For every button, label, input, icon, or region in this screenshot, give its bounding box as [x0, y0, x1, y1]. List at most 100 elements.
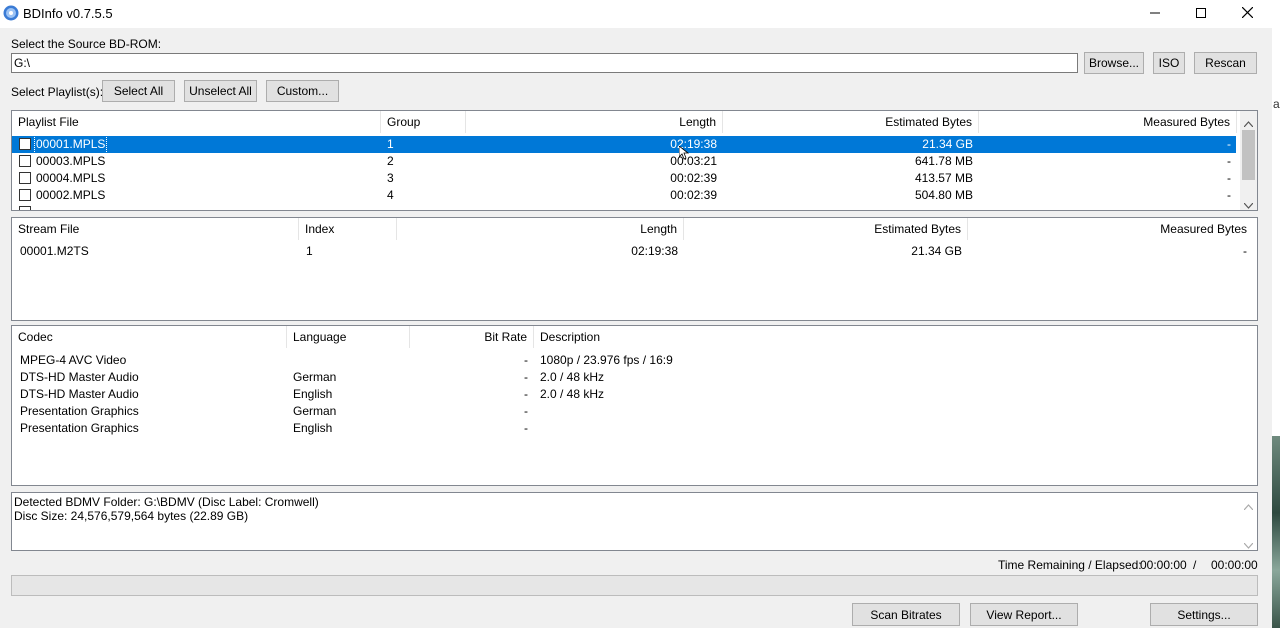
playlist-measured-bytes: - [1227, 171, 1231, 185]
playlist-scrollbar[interactable] [1240, 111, 1257, 210]
stream-file[interactable]: 00001.M2TS [20, 243, 89, 260]
column-header-codec[interactable]: Codec [12, 326, 287, 348]
column-header-length[interactable]: Length [466, 111, 723, 133]
scroll-up-icon[interactable] [1243, 499, 1254, 513]
playlist-group: 2 [387, 154, 394, 168]
codec-language: English [293, 387, 333, 401]
playlist-estimated-bytes: 504.80 MB [914, 188, 973, 202]
minimize-icon [1150, 7, 1160, 21]
column-header-measured-bytes[interactable]: Measured Bytes [968, 218, 1253, 240]
playlist-measured-bytes: - [1227, 137, 1231, 151]
iso-button[interactable]: ISO [1153, 52, 1185, 74]
column-header-stream-file[interactable]: Stream File [12, 218, 299, 240]
playlist-group: 3 [387, 171, 394, 185]
playlist-length: 00:02:39 [670, 188, 717, 202]
time-remaining-label: Time Remaining / Elapsed: [998, 558, 1142, 572]
codec-bitrate: - [524, 353, 528, 367]
log-line: Detected BDMV Folder: G:\BDMV (Disc Labe… [14, 495, 319, 509]
codec-bitrate: - [524, 370, 528, 384]
playlist-estimated-bytes: 641.78 MB [914, 154, 973, 168]
stream-table: Stream File Index Length Estimated Bytes… [11, 217, 1258, 321]
playlist-group: 4 [387, 188, 394, 202]
custom-button[interactable]: Custom... [266, 80, 339, 102]
codec-description: 1080p / 23.976 fps / 16:9 [540, 353, 673, 367]
unselect-all-button[interactable]: Unselect All [184, 80, 257, 102]
scan-bitrates-button[interactable]: Scan Bitrates [852, 603, 960, 626]
stream-measured-bytes: - [1243, 244, 1247, 258]
log-scrollbar[interactable] [1240, 493, 1257, 550]
codec-description: 2.0 / 48 kHz [540, 387, 605, 401]
column-header-length[interactable]: Length [397, 218, 684, 240]
log-line: Disc Size: 24,576,579,564 bytes (22.89 G… [14, 509, 249, 523]
playlist-estimated-bytes: 21.34 GB [922, 137, 973, 151]
codec-table: Codec Language Bit Rate Description MPEG… [11, 325, 1258, 486]
title-bar [0, 0, 1272, 28]
codec-bitrate: - [524, 404, 528, 418]
playlist-file[interactable]: 00002.MPLS [36, 187, 105, 204]
source-path-input[interactable]: G:\ [11, 53, 1078, 73]
codec-name[interactable]: MPEG-4 AVC Video [20, 352, 126, 369]
select-all-button[interactable]: Select All [102, 80, 175, 102]
time-separator: / [1193, 558, 1197, 572]
stream-index: 1 [306, 244, 313, 258]
stream-length: 02:19:38 [631, 244, 678, 258]
playlist-length: 00:02:39 [670, 171, 717, 185]
codec-bitrate: - [524, 421, 528, 435]
close-icon [1241, 6, 1253, 21]
scroll-down-icon[interactable] [1243, 198, 1254, 210]
column-header-bit-rate[interactable]: Bit Rate [410, 326, 534, 348]
select-playlists-label: Select Playlist(s): [11, 85, 104, 99]
codec-name[interactable]: Presentation Graphics [20, 403, 139, 420]
playlist-checkbox[interactable] [19, 138, 31, 150]
time-remaining-value: 00:00:00 [1140, 558, 1187, 572]
playlist-checkbox[interactable] [19, 172, 31, 184]
maximize-button[interactable] [1178, 0, 1224, 28]
playlist-checkbox[interactable] [19, 189, 31, 201]
column-header-description[interactable]: Description [534, 326, 1253, 348]
codec-name[interactable]: Presentation Graphics [20, 420, 139, 437]
background-wallpaper [1272, 436, 1280, 628]
playlist-file[interactable]: 00001.MPLS [33, 135, 108, 154]
stream-estimated-bytes: 21.34 GB [911, 244, 962, 258]
codec-language: German [293, 404, 337, 418]
playlist-estimated-bytes: 413.57 MB [914, 171, 973, 185]
scroll-down-icon[interactable] [1243, 538, 1254, 550]
rescan-button[interactable]: Rescan [1194, 52, 1257, 74]
playlist-checkbox-partial [19, 206, 31, 210]
mouse-cursor-icon [678, 145, 690, 163]
time-elapsed-value: 00:00:00 [1211, 558, 1258, 572]
column-header-index[interactable]: Index [299, 218, 397, 240]
playlist-group: 1 [387, 137, 394, 151]
codec-name[interactable]: DTS-HD Master Audio [20, 369, 139, 386]
codec-description: 2.0 / 48 kHz [540, 370, 605, 384]
bdinfo-disc-icon [3, 5, 19, 21]
window-title: BDInfo v0.7.5.5 [23, 6, 113, 21]
column-header-group[interactable]: Group [381, 111, 466, 133]
browse-button[interactable]: Browse... [1084, 52, 1144, 74]
playlist-measured-bytes: - [1227, 154, 1231, 168]
scroll-up-icon[interactable] [1243, 116, 1254, 130]
playlist-file[interactable]: 00004.MPLS [36, 170, 105, 187]
scroll-thumb[interactable] [1242, 130, 1255, 180]
minimize-button[interactable] [1132, 0, 1178, 28]
column-header-estimated-bytes[interactable]: Estimated Bytes [723, 111, 979, 133]
background-text: a [1273, 97, 1280, 111]
settings-button[interactable]: Settings... [1150, 603, 1258, 626]
source-label: Select the Source BD-ROM: [11, 37, 162, 51]
scan-progress-bar [11, 575, 1258, 596]
close-button[interactable] [1224, 0, 1270, 28]
view-report-button[interactable]: View Report... [970, 603, 1078, 626]
column-header-estimated-bytes[interactable]: Estimated Bytes [684, 218, 968, 240]
column-header-language[interactable]: Language [287, 326, 410, 348]
codec-bitrate: - [524, 387, 528, 401]
column-header-playlist-file[interactable]: Playlist File [12, 111, 381, 133]
playlist-table: Playlist File Group Length Estimated Byt… [11, 110, 1258, 211]
maximize-icon [1196, 7, 1206, 21]
codec-language: English [293, 421, 333, 435]
playlist-measured-bytes: - [1227, 188, 1231, 202]
log-textbox[interactable]: Detected BDMV Folder: G:\BDMV (Disc Labe… [11, 492, 1258, 551]
column-header-measured-bytes[interactable]: Measured Bytes [979, 111, 1237, 133]
playlist-checkbox[interactable] [19, 155, 31, 167]
playlist-file[interactable]: 00003.MPLS [36, 153, 105, 170]
codec-name[interactable]: DTS-HD Master Audio [20, 386, 139, 403]
